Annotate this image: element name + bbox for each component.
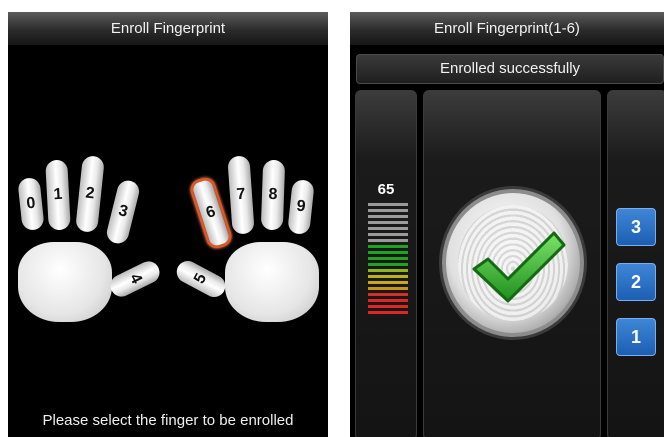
meter-bar (368, 269, 408, 272)
quality-value: 65 (377, 181, 395, 198)
meter-bar (368, 281, 408, 284)
finger-9[interactable]: 9 (287, 178, 315, 236)
enroll-status-screen: Enroll Fingerprint(1-6) Enrolled success… (350, 12, 664, 437)
finger-6[interactable]: 6 (187, 174, 235, 252)
quality-meter (368, 203, 408, 317)
title-bar: Enroll Fingerprint (8, 12, 328, 46)
meter-bar (368, 275, 408, 278)
meter-bar (368, 251, 408, 254)
finger-select-screen: Enroll Fingerprint 0 1 2 3 4 5 6 7 8 9 P… (8, 12, 328, 437)
finger-4[interactable]: 4 (106, 257, 164, 301)
meter-bar (368, 209, 408, 212)
count-2: 2 (616, 263, 656, 301)
meter-bar (368, 263, 408, 266)
finger-8[interactable]: 8 (260, 159, 286, 231)
meter-bar (368, 305, 408, 308)
check-icon (472, 231, 566, 303)
instruction-text: Please select the finger to be enrolled (42, 412, 294, 429)
meter-bar (368, 299, 408, 302)
meter-bar (368, 221, 408, 224)
meter-bar (368, 245, 408, 248)
finger-3[interactable]: 3 (104, 178, 142, 246)
fingerprint-icon (442, 189, 584, 337)
right-palm (225, 242, 319, 322)
meter-bar (368, 293, 408, 296)
title-bar: Enroll Fingerprint(1-6) (350, 12, 664, 46)
finger-0[interactable]: 0 (17, 176, 45, 232)
meter-bar (368, 287, 408, 290)
finger-1[interactable]: 1 (45, 159, 71, 231)
status-message: Enrolled successfully (356, 54, 664, 84)
meter-bar (368, 311, 408, 314)
finger-2[interactable]: 2 (75, 155, 105, 233)
fingerprint-panel (423, 90, 601, 437)
meter-bar (368, 203, 408, 206)
count-1: 1 (616, 318, 656, 356)
count-3: 3 (616, 208, 656, 246)
meter-bar (368, 257, 408, 260)
enroll-count-panel: 3 2 1 (607, 90, 664, 437)
meter-bar (368, 239, 408, 242)
screen-title: Enroll Fingerprint (110, 20, 226, 37)
left-palm (18, 242, 112, 322)
screen-title: Enroll Fingerprint(1-6) (434, 20, 580, 37)
meter-bar (368, 227, 408, 230)
finger-7[interactable]: 7 (227, 155, 255, 235)
meter-bar (368, 233, 408, 236)
meter-bar (368, 215, 408, 218)
finger-5[interactable]: 5 (172, 257, 230, 301)
hands-diagram: 0 1 2 3 4 5 6 7 8 9 (8, 46, 328, 376)
quality-panel: 65 (355, 90, 417, 437)
